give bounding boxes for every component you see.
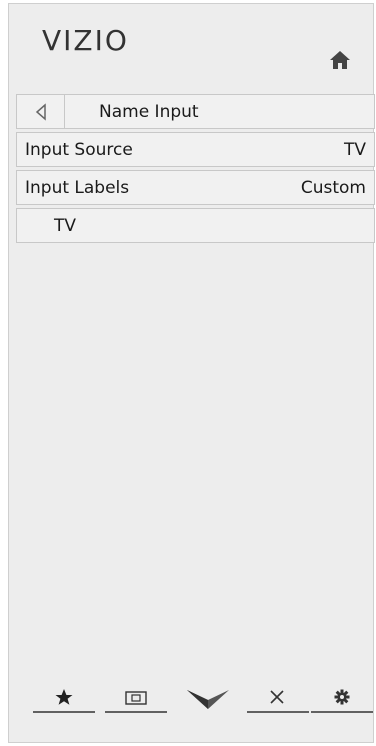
gear-icon [311,689,373,713]
menu-item-label: Input Labels [25,177,130,198]
star-icon [33,689,95,713]
vizio-menu-button[interactable] [177,676,239,716]
back-arrow-icon [35,102,46,121]
menu-item-input-labels[interactable]: Input Labels Custom [16,170,375,205]
close-icon [247,690,309,713]
menu-panel: VIZIO Name Input Input Source TV Input L… [8,3,375,743]
menu-item-value: TV [343,139,366,160]
menu-item-value: Custom [300,177,366,198]
input-button[interactable] [105,676,167,716]
menu-header: Name Input [16,94,375,129]
back-button[interactable] [17,95,65,128]
picture-icon [105,691,167,713]
settings-button[interactable] [311,676,373,716]
vizio-logo: VIZIO [42,24,129,57]
home-icon[interactable] [329,49,351,71]
page-title: Name Input [99,101,199,122]
menu-item-tv-entry[interactable]: TV [16,208,375,243]
menu-item-label: Input Source [25,139,133,160]
menu-item-label: TV [54,215,77,236]
favorites-button[interactable] [33,676,95,716]
bottom-nav [33,676,373,716]
menu-item-input-source[interactable]: Input Source TV [16,132,375,167]
exit-button[interactable] [247,676,309,716]
vizio-v-icon [187,690,229,709]
